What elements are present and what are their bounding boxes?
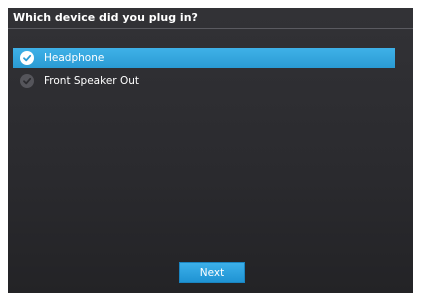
dialog-header: Which device did you plug in? bbox=[8, 8, 413, 29]
next-button[interactable]: Next bbox=[179, 262, 245, 283]
option-label: Headphone bbox=[44, 52, 105, 64]
option-headphone[interactable]: Headphone bbox=[13, 48, 395, 68]
option-front-speaker-out[interactable]: Front Speaker Out bbox=[13, 71, 395, 91]
option-label: Front Speaker Out bbox=[44, 75, 139, 87]
device-selection-dialog: Which device did you plug in? Headphone … bbox=[0, 0, 421, 301]
check-icon bbox=[20, 74, 34, 88]
dialog-body: Which device did you plug in? Headphone … bbox=[8, 8, 413, 293]
check-icon bbox=[20, 51, 34, 65]
dialog-title: Which device did you plug in? bbox=[13, 11, 198, 24]
